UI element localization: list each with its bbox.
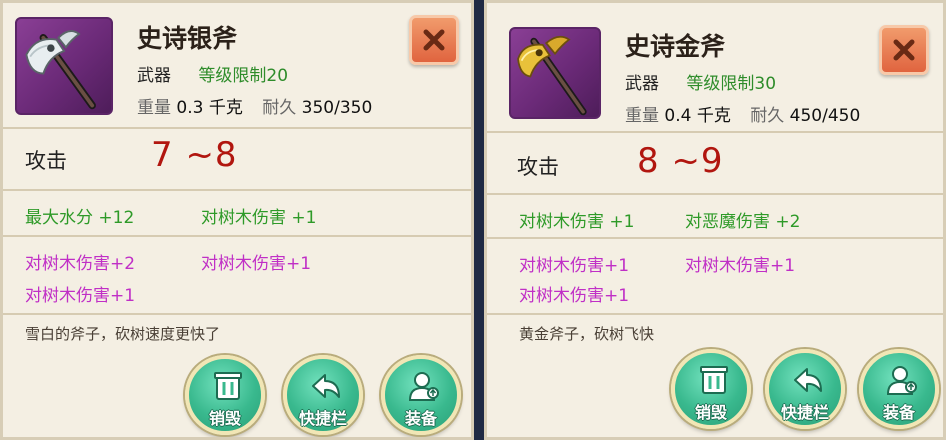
- green-stat: 对树木伤害 +1: [201, 208, 317, 228]
- attack-value: 7 ~8: [151, 135, 238, 175]
- golden-axe-icon: [509, 27, 601, 119]
- trash-icon: [214, 372, 242, 400]
- magenta-stat: 对树木伤害+1: [25, 286, 136, 306]
- attack-value: 8 ~9: [637, 141, 724, 181]
- weight-value: 0.3 千克: [176, 98, 243, 118]
- item-title: 史诗银斧: [137, 24, 238, 53]
- level-requirement: 等级限制30: [686, 74, 777, 94]
- item-panel-golden-axe: 史诗金斧 武器 等级限制30 重量 0.4 千克 耐久 450/450 攻击 8…: [484, 0, 946, 440]
- green-stat: 对恶魔伤害 +2: [685, 212, 801, 232]
- person-equip-icon: [408, 372, 439, 401]
- item-description: 黄金斧子，砍树飞快: [519, 325, 655, 343]
- destroy-label: 销毁: [694, 403, 727, 422]
- equip-button[interactable]: 装备: [859, 349, 939, 429]
- shortcut-label: 快捷栏: [780, 403, 829, 422]
- weight-label: 重量: [137, 98, 171, 118]
- magenta-stat: 对树木伤害+1: [685, 256, 796, 276]
- durability-value: 450/450: [789, 106, 861, 126]
- item-header: 史诗金斧 武器 等级限制30 重量 0.4 千克 耐久 450/450: [487, 3, 943, 126]
- destroy-button[interactable]: 销毁: [185, 355, 265, 435]
- item-description: 雪白的斧子，砍树速度更快了: [25, 325, 221, 343]
- level-requirement: 等级限制20: [198, 66, 289, 86]
- equip-label: 装备: [404, 409, 437, 428]
- shortcut-button[interactable]: 快捷栏: [765, 349, 845, 429]
- item-meta: 武器 等级限制20: [137, 61, 288, 86]
- close-icon: [423, 29, 445, 51]
- arrow-back-icon: [312, 374, 340, 398]
- close-button[interactable]: [879, 25, 929, 75]
- magenta-stat: 对树木伤害+1: [519, 256, 630, 276]
- destroy-label: 销毁: [208, 409, 241, 428]
- close-button[interactable]: [409, 15, 459, 65]
- durability-label: 耐久: [750, 106, 785, 126]
- durability-value: 350/350: [301, 98, 373, 118]
- divider: [3, 235, 471, 237]
- arrow-back-icon: [794, 368, 822, 392]
- close-icon: [893, 39, 915, 61]
- durability-label: 耐久: [262, 98, 297, 118]
- item-weight-durability: 重量 0.3 千克 耐久 350/350: [137, 93, 386, 118]
- item-meta: 武器 等级限制30: [625, 69, 776, 94]
- silver-axe-icon: [15, 17, 113, 115]
- item-header: 史诗银斧 武器 等级限制20 重量 0.3 千克 耐久 350/350: [3, 3, 471, 125]
- shortcut-button[interactable]: 快捷栏: [283, 355, 363, 435]
- weight-label: 重量: [625, 106, 659, 126]
- item-panel-silver-axe: 史诗银斧 武器 等级限制20 重量 0.3 千克 耐久 350/350 攻击 7…: [0, 0, 474, 440]
- weight-value: 0.4 千克: [664, 106, 731, 126]
- trash-icon: [700, 366, 728, 394]
- magenta-stat: 对树木伤害+1: [201, 254, 312, 274]
- equip-button[interactable]: 装备: [381, 355, 461, 435]
- divider: [487, 237, 943, 239]
- destroy-button[interactable]: 销毁: [671, 349, 751, 429]
- person-equip-icon: [886, 366, 917, 395]
- magenta-stat: 对树木伤害+2: [25, 254, 136, 274]
- equip-label: 装备: [882, 403, 915, 422]
- divider: [487, 193, 943, 195]
- divider: [3, 313, 471, 315]
- item-title: 史诗金斧: [625, 32, 726, 61]
- divider: [3, 189, 471, 191]
- attack-label: 攻击: [25, 149, 67, 173]
- green-stat: 最大水分 +12: [25, 208, 135, 228]
- item-weight-durability: 重量 0.4 千克 耐久 450/450: [625, 101, 874, 126]
- item-type: 武器: [137, 66, 171, 86]
- magenta-stat: 对树木伤害+1: [519, 286, 630, 306]
- shortcut-label: 快捷栏: [298, 409, 347, 428]
- divider: [487, 313, 943, 315]
- divider: [3, 127, 471, 129]
- green-stat: 对树木伤害 +1: [519, 212, 635, 232]
- divider: [487, 131, 943, 133]
- item-type: 武器: [625, 74, 659, 94]
- attack-label: 攻击: [517, 155, 559, 179]
